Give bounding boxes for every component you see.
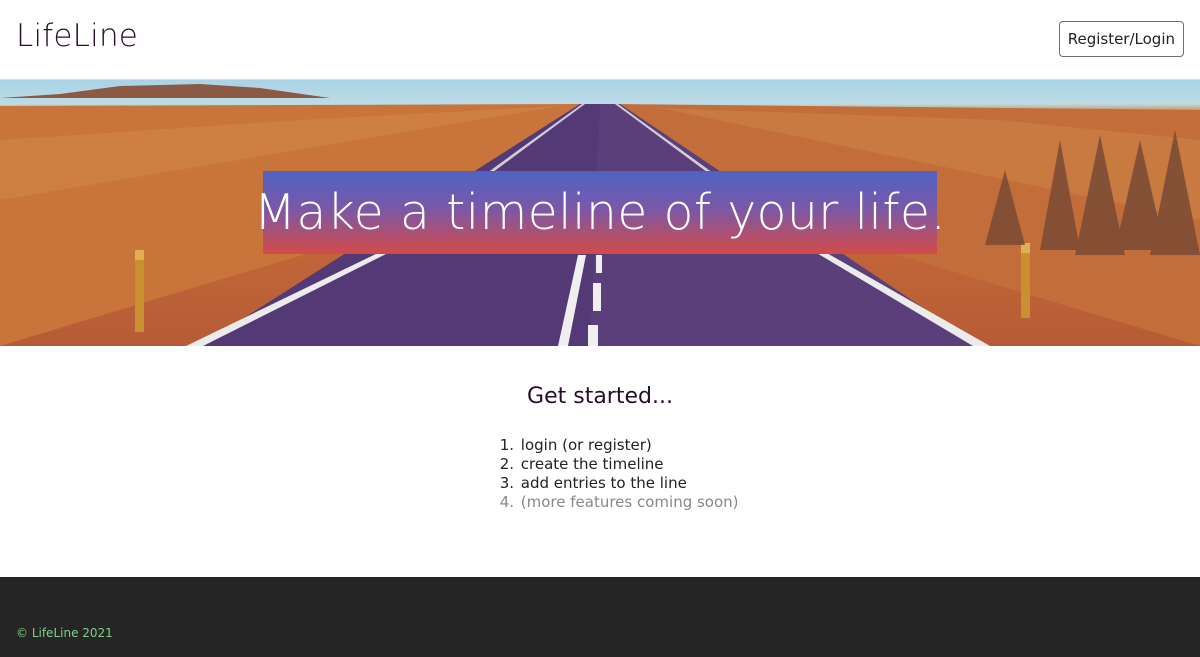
step-number: 3.: [499, 474, 514, 492]
step-item-2: 2. create the timeline: [496, 455, 739, 474]
page: LifeLine Register/Login Make a timeline …: [0, 0, 1200, 657]
copyright-text: © LifeLine 2021: [16, 626, 113, 640]
get-started-section: Get started... 1. login (or register) 2.…: [0, 346, 1200, 577]
step-item-3: 3. add entries to the line: [496, 474, 739, 493]
hero-headline-box: Make a timeline of your life.: [254, 171, 946, 254]
site-header: LifeLine Register/Login: [0, 0, 1200, 80]
step-number: 2.: [499, 455, 514, 473]
step-number: 4.: [499, 493, 514, 511]
get-started-heading: Get started...: [527, 384, 673, 409]
hero-headline: Make a timeline of your life.: [253, 184, 947, 241]
step-text: (more features coming soon): [520, 493, 739, 511]
site-footer: © LifeLine 2021: [0, 577, 1200, 657]
step-text: add entries to the line: [520, 474, 687, 492]
step-text: login (or register): [520, 436, 652, 454]
steps-list: 1. login (or register) 2. create the tim…: [496, 436, 739, 512]
step-item-1: 1. login (or register): [496, 436, 739, 455]
register-login-button[interactable]: Register/Login: [1058, 21, 1184, 57]
step-text: create the timeline: [520, 455, 664, 473]
step-item-4: 4. (more features coming soon): [496, 493, 739, 512]
site-logo[interactable]: LifeLine: [16, 18, 138, 54]
step-number: 1.: [499, 436, 514, 454]
hero-banner: Make a timeline of your life.: [0, 80, 1200, 346]
